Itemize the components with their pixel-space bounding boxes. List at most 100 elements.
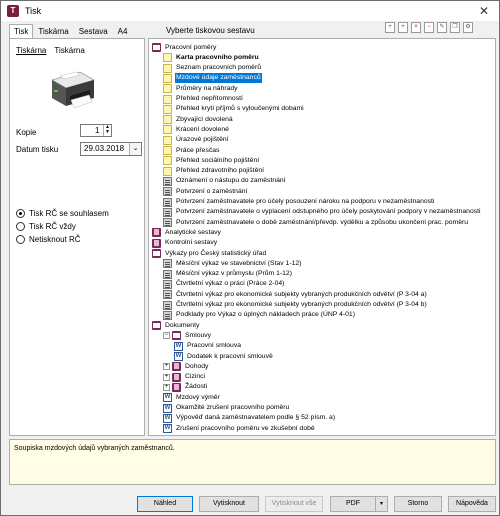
copies-label: Kopie [16, 128, 37, 137]
open-book-icon [152, 321, 161, 331]
report-icon [163, 63, 172, 73]
description-text: Soupiska mzdových údajů vybraných zaměst… [14, 445, 175, 452]
subtab-printer-2[interactable]: Tiskárna [54, 46, 84, 55]
printer-icon [50, 71, 96, 109]
pdf-button[interactable]: PDF ▾ [330, 496, 388, 512]
subtab-printer-1[interactable]: Tiskárna [16, 46, 46, 55]
stepper-arrows-icon[interactable]: ▲ ▼ [103, 125, 111, 136]
print-button[interactable]: Vytisknout [199, 496, 259, 512]
print-dialog: T Tisk ✕ Tisk Tiskárna Sestava A4 Tiskár… [0, 0, 500, 516]
add-icon[interactable]: + [398, 22, 408, 33]
tab-a4[interactable]: A4 [113, 24, 133, 38]
window-title: Tisk [25, 6, 42, 16]
form-icon [163, 310, 172, 320]
tree-item-label: Okamžité zrušení pracovního poměru [176, 404, 290, 411]
radio-rc-always[interactable]: Tisk RČ vždy [16, 222, 76, 231]
word-document-icon: W [163, 424, 172, 434]
app-icon: T [7, 5, 19, 17]
cancel-button[interactable]: Storno [394, 496, 442, 512]
help-button[interactable]: Nápověda [448, 496, 496, 512]
tree-item-label: Potvrzení zaměstnavatele o vyplacení ods… [176, 208, 481, 216]
tree-item-label: Čtvrtletní výkaz o práci (Práce 2-04) [176, 280, 285, 288]
form-icon [163, 176, 172, 186]
tree-item-label: Přehled nepřítomností [176, 95, 243, 102]
tree-item-label: Mzdový výměr [176, 393, 220, 401]
radio-label: Tisk RČ se souhlasem [29, 209, 109, 218]
copies-value: 1 [95, 126, 100, 135]
radio-button[interactable] [16, 235, 25, 244]
tree-item-label: Analytické sestavy [165, 228, 221, 236]
form-icon [163, 269, 172, 279]
book-icon [172, 362, 181, 372]
edit-icon[interactable]: ✎ [437, 22, 447, 33]
tree-item-label: Smlouvy [185, 331, 212, 339]
word-document-icon: W [174, 352, 183, 361]
remove-icon[interactable]: − [424, 22, 434, 33]
tree-item-label: Podklady pro Výkaz o úplných nákladech p… [176, 311, 355, 319]
report-icon [163, 115, 172, 125]
tree-item-label: Práce přesčas [176, 146, 220, 154]
tab-sestava[interactable]: Sestava [74, 24, 113, 38]
open-book-icon [152, 43, 161, 52]
radio-button-checked[interactable] [16, 209, 25, 218]
radio-no-rc[interactable]: Netisknout RČ [16, 235, 81, 244]
tree-item-label: Čtvrtletní výkaz pro ekonomické subjekty… [176, 301, 427, 308]
tab-tisk[interactable]: Tisk [9, 24, 34, 38]
report-icon [163, 94, 172, 104]
expand-icon[interactable]: + [163, 373, 170, 381]
word-document-icon: W [163, 403, 172, 413]
radio-button[interactable] [16, 222, 25, 231]
book-icon [152, 238, 161, 248]
radio-label: Netisknout RČ [29, 235, 81, 244]
date-label: Datum tisku [16, 145, 59, 154]
tree-toolbar: + + × − ✎ ❐ ⚙ [385, 22, 473, 33]
word-document-icon: W [163, 393, 172, 403]
copy-icon[interactable]: ❐ [450, 22, 460, 33]
tree-item-label: Dohody [185, 362, 209, 370]
chevron-down-icon[interactable]: ⌄ [129, 143, 141, 155]
expand-icon[interactable]: + [163, 363, 170, 371]
add-icon[interactable]: + [385, 22, 395, 33]
collapse-icon[interactable]: − [163, 332, 170, 340]
print-date-field[interactable]: 29.03.2018 ⌄ [80, 142, 142, 156]
form-icon [163, 290, 172, 300]
preview-button[interactable]: Náhled [137, 496, 193, 512]
tree-item-label: Kontrolní sestavy [165, 239, 218, 247]
close-icon[interactable]: ✕ [469, 1, 499, 21]
report-tree[interactable]: Pracovní poměry Karta pracovního poměru Se… [148, 38, 496, 436]
tree-item-label: Žádosti [185, 383, 208, 391]
chevron-down-icon[interactable]: ▾ [375, 497, 387, 511]
print-date-value: 29.03.2018 [84, 144, 125, 153]
tree-item-label: Přehled sociálního pojištění [176, 156, 260, 164]
book-icon [172, 372, 181, 382]
radio-rc-with-consent[interactable]: Tisk RČ se souhlasem [16, 209, 109, 218]
delete-icon[interactable]: × [411, 22, 421, 33]
report-icon [163, 84, 172, 94]
print-all-button[interactable]: Vytisknout vše [265, 496, 323, 512]
tree-item[interactable]: W Zrušení pracovního poměru ve zkušební d… [163, 423, 316, 434]
tree-item-label: Zbývající dovolená [176, 115, 233, 123]
tree-item-label: Zrušení pracovního poměru ve zkušební do… [176, 424, 315, 432]
tree-item-label: Potvrzení zaměstnavatele o době zaměstná… [176, 218, 469, 226]
tree-item-label: Výkazy pro Český statistický úřad [165, 249, 267, 257]
form-icon [163, 187, 172, 197]
tree-item-label: Mzdové údaje zaměstnanců [175, 73, 262, 84]
open-book-icon [152, 249, 161, 258]
word-document-icon: W [174, 341, 183, 351]
tree-item-label: Čtvrtletní výkaz pro ekonomické subjekty… [176, 290, 427, 298]
tree-item-label: Krácení dovolené [176, 125, 229, 133]
form-icon [163, 279, 172, 289]
tree-item-label: Oznámení o nástupu do zaměstnání [176, 177, 286, 185]
tree-item-label: Přehled zdravotního pojištění [176, 167, 265, 175]
report-tree-header: Vyberte tiskovou sestavu [166, 26, 255, 35]
pdf-label: PDF [346, 500, 360, 507]
report-icon [163, 156, 172, 166]
copies-stepper[interactable]: 1 ▲ ▼ [80, 124, 112, 137]
tab-tiskarna[interactable]: Tiskárna [33, 24, 73, 38]
tree-item-label: Přehled krytí příjmů s vyloučenými dobam… [176, 105, 304, 113]
form-icon [163, 259, 172, 269]
settings-icon[interactable]: ⚙ [463, 22, 473, 33]
expand-icon[interactable]: + [163, 383, 170, 391]
report-description: Soupiska mzdových údajů vybraných zaměst… [9, 439, 496, 485]
radio-label: Tisk RČ vždy [29, 222, 76, 231]
